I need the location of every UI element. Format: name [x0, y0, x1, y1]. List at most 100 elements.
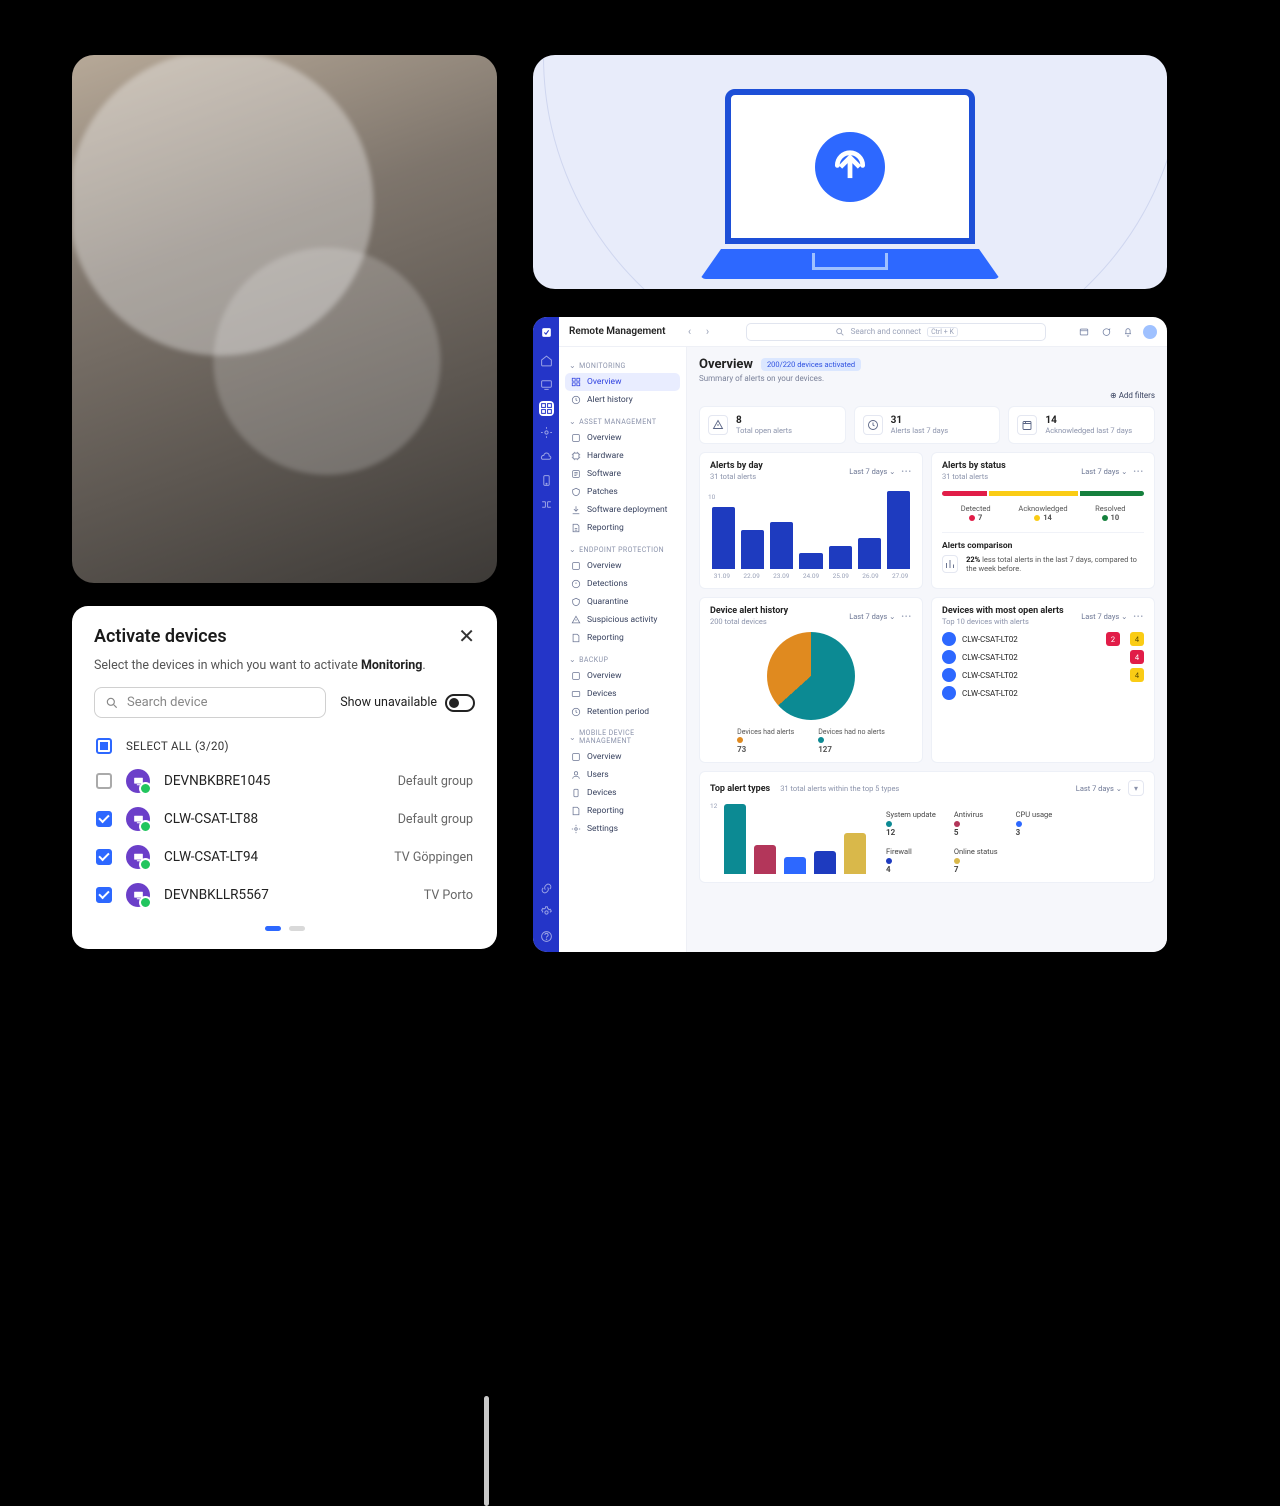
- card-menu-icon[interactable]: •••: [901, 612, 912, 621]
- range-select[interactable]: Last 7 days ⌄: [1081, 612, 1127, 621]
- range-select[interactable]: Last 7 days ⌄: [1081, 467, 1127, 476]
- app-title: Remote Management: [569, 326, 665, 337]
- device-checkbox[interactable]: [96, 849, 112, 865]
- sidebar-item-detections[interactable]: Detections: [565, 575, 680, 593]
- card-alerts-by-day: Alerts by day31 total alerts Last 7 days…: [699, 452, 923, 589]
- range-select[interactable]: Last 7 days ⌄: [1076, 784, 1122, 793]
- device-icon: [126, 807, 150, 831]
- sidebar-item-patches[interactable]: Patches: [565, 483, 680, 501]
- search-input[interactable]: Search device: [94, 687, 326, 718]
- sidebar-item-bk-overview[interactable]: Overview: [565, 667, 680, 685]
- device-icon: [126, 845, 150, 869]
- sidebar-item-alert-history[interactable]: Alert history: [565, 391, 680, 409]
- device-row[interactable]: CLW-CSAT-LT88 Default group: [94, 800, 475, 838]
- rail-endpoint-icon[interactable]: [539, 425, 554, 440]
- device-icon: [126, 883, 150, 907]
- sidebar-item-ep-reporting[interactable]: Reporting: [565, 629, 680, 647]
- device-alert-row[interactable]: CLW-CSAT-LT024: [942, 668, 1144, 682]
- close-icon[interactable]: ✕: [458, 624, 475, 648]
- rail-monitoring-icon[interactable]: [539, 401, 554, 416]
- page-title: Overview: [699, 357, 753, 372]
- bar: [712, 507, 735, 569]
- filter-icon[interactable]: ▾: [1128, 780, 1144, 796]
- sidebar-item-ep-overview[interactable]: Overview: [565, 557, 680, 575]
- global-search[interactable]: Search and connect Ctrl + K: [746, 323, 1046, 341]
- sidebar-item-mdm-devices[interactable]: Devices: [565, 784, 680, 802]
- rail-mdm-icon[interactable]: [539, 473, 554, 488]
- stat-card: 31Alerts last 7 days: [854, 406, 1001, 444]
- device-checkbox[interactable]: [96, 887, 112, 903]
- sidebar-item-asset-reporting[interactable]: Reporting: [565, 519, 680, 537]
- card-menu-icon[interactable]: •••: [1133, 467, 1144, 476]
- device-checkbox[interactable]: [96, 811, 112, 827]
- rail-help-icon[interactable]: [539, 929, 554, 944]
- brand-logo-icon: [539, 325, 554, 340]
- add-filters-button[interactable]: Add filters: [699, 391, 1155, 400]
- range-select[interactable]: Last 7 days ⌄: [849, 467, 895, 476]
- select-all-checkbox[interactable]: [96, 738, 112, 754]
- stat-icon: [863, 415, 883, 435]
- sidebar-item-mdm-settings[interactable]: Settings: [565, 820, 680, 838]
- sidebar-item-mdm-reporting[interactable]: Reporting: [565, 802, 680, 820]
- card-menu-icon[interactable]: •••: [1133, 612, 1144, 621]
- sidebar-item-mdm-users[interactable]: Users: [565, 766, 680, 784]
- activate-devices-dialog: Activate devices ✕ Select the devices in…: [72, 606, 497, 949]
- sidebar-item-retention[interactable]: Retention period: [565, 703, 680, 721]
- device-alert-row[interactable]: CLW-CSAT-LT024: [942, 650, 1144, 664]
- device-row[interactable]: DEVNBKBRE1045 Default group: [94, 762, 475, 800]
- device-row[interactable]: DEVNBKLLR5567 TV Porto: [94, 876, 475, 914]
- device-group: TV Göppingen: [394, 850, 473, 865]
- device-name: CLW-CSAT-LT94: [164, 849, 258, 865]
- show-unavailable-toggle[interactable]: [445, 694, 475, 712]
- sidebar-item-quarantine[interactable]: Quarantine: [565, 593, 680, 611]
- bar: [844, 833, 866, 874]
- stat-icon: [1017, 415, 1037, 435]
- app-rail: [533, 317, 559, 952]
- dialog-title: Activate devices: [94, 626, 227, 647]
- bar: [799, 553, 822, 569]
- sidebar-item-asset-overview[interactable]: Overview: [565, 429, 680, 447]
- sidebar-item-mdm-overview[interactable]: Overview: [565, 748, 680, 766]
- bell-icon[interactable]: [1121, 325, 1135, 339]
- inbox-icon[interactable]: [1077, 325, 1091, 339]
- sidebar: MONITORING Overview Alert history ASSET …: [559, 347, 687, 952]
- sidebar-item-bk-devices[interactable]: Devices: [565, 685, 680, 703]
- select-all-label: SELECT ALL (3/20): [126, 739, 229, 753]
- rail-workflow-icon[interactable]: [539, 497, 554, 512]
- bar-chart-icon: [942, 555, 958, 573]
- device-alert-row[interactable]: CLW-CSAT-LT0224: [942, 632, 1144, 646]
- bar: [887, 491, 910, 569]
- chat-icon[interactable]: [1099, 325, 1113, 339]
- device-checkbox[interactable]: [96, 773, 112, 789]
- card-menu-icon[interactable]: •••: [901, 467, 912, 476]
- nav-back-icon[interactable]: ‹: [681, 324, 697, 340]
- laptop-illustration: [533, 55, 1167, 289]
- nav-forward-icon[interactable]: ›: [699, 324, 715, 340]
- device-alert-row[interactable]: CLW-CSAT-LT02: [942, 686, 1144, 700]
- range-select[interactable]: Last 7 days ⌄: [849, 612, 895, 621]
- device-icon: [942, 668, 956, 682]
- device-name: DEVNBKBRE1045: [164, 773, 270, 789]
- show-unavailable-label: Show unavailable: [340, 695, 437, 710]
- scrollbar[interactable]: [484, 1396, 489, 1506]
- bar: [858, 538, 881, 569]
- main-content: Overview 200/220 devices activated Summa…: [687, 347, 1167, 952]
- sidebar-item-suspicious[interactable]: Suspicious activity: [565, 611, 680, 629]
- search-icon: [105, 696, 119, 710]
- pager: [94, 926, 475, 931]
- rail-link-icon[interactable]: [539, 881, 554, 896]
- sidebar-item-software[interactable]: Software: [565, 465, 680, 483]
- sidebar-item-deployment[interactable]: Software deployment: [565, 501, 680, 519]
- device-icon: [126, 769, 150, 793]
- rail-settings-icon[interactable]: [539, 905, 554, 920]
- device-icon: [942, 650, 956, 664]
- rail-devices-icon[interactable]: [539, 377, 554, 392]
- sidebar-item-hardware[interactable]: Hardware: [565, 447, 680, 465]
- sidebar-item-overview[interactable]: Overview: [565, 373, 680, 391]
- device-row[interactable]: CLW-CSAT-LT94 TV Göppingen: [94, 838, 475, 876]
- rail-home-icon[interactable]: [539, 353, 554, 368]
- rail-backup-icon[interactable]: [539, 449, 554, 464]
- bar: [741, 530, 764, 569]
- device-group: TV Porto: [424, 888, 473, 903]
- avatar[interactable]: [1143, 325, 1157, 339]
